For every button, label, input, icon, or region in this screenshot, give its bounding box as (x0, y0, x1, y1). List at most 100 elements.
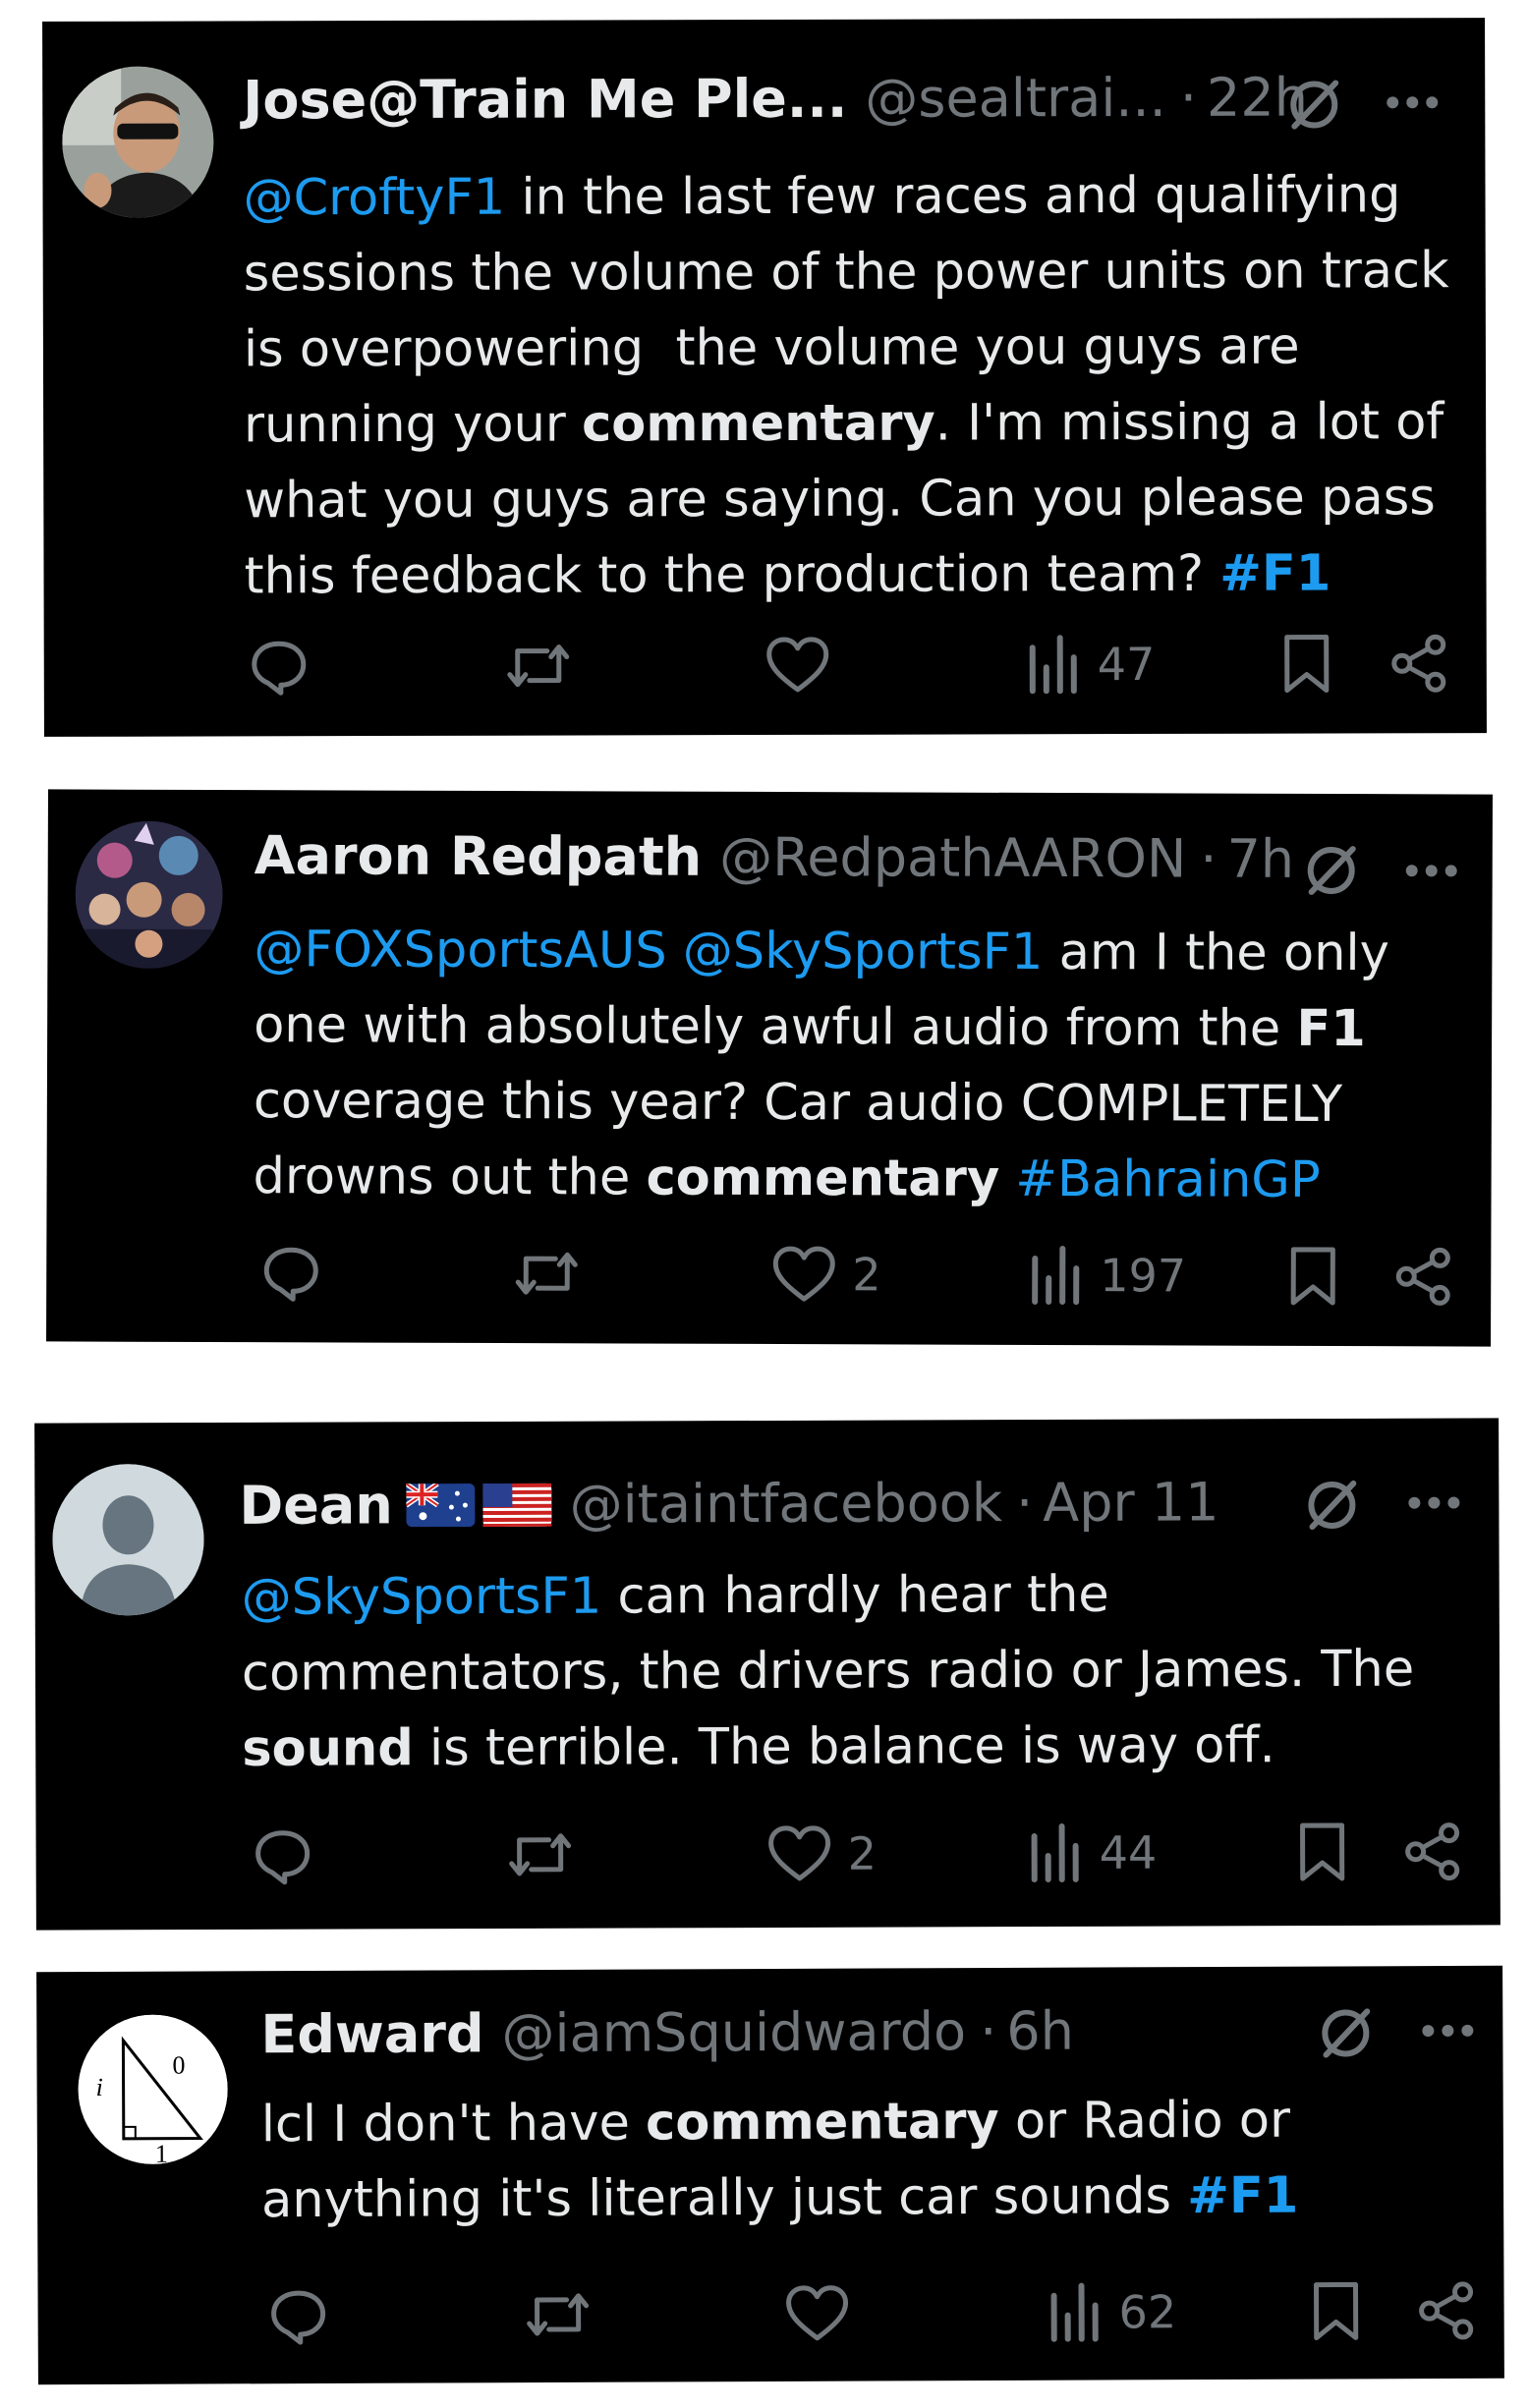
bookmark-button[interactable] (1286, 1246, 1339, 1309)
tweet-card[interactable]: Aaron Redpath @RedpathAARON · 7h @FOXSpo… (46, 789, 1493, 1347)
views-button[interactable]: 197 (1029, 1245, 1186, 1307)
highlighted-term: commentary (646, 1148, 1000, 1208)
grok-icon[interactable] (1302, 841, 1361, 900)
bookmark-button[interactable] (1309, 2280, 1362, 2343)
views-button[interactable]: 47 (1027, 634, 1156, 695)
reply-icon (271, 2290, 326, 2345)
separator-dot: · (1015, 1472, 1034, 1535)
timestamp[interactable]: 7h (1226, 828, 1294, 890)
retweet-icon (509, 1833, 572, 1876)
author-handle[interactable]: @sealtrai... (865, 67, 1166, 130)
grok-icon[interactable] (1302, 1476, 1361, 1535)
reply-button[interactable] (267, 2285, 328, 2346)
avatar[interactable] (75, 820, 223, 970)
bookmark-icon (1290, 1247, 1335, 1306)
like-icon (768, 1825, 831, 1881)
text-segment: running your (244, 395, 583, 455)
tweet-card[interactable]: Jose@Train Me Ple... @sealtrai... · 22h … (42, 18, 1487, 737)
bookmark-button[interactable] (1280, 633, 1333, 696)
reply-button[interactable] (253, 1825, 313, 1886)
share-icon (1395, 1247, 1450, 1306)
share-button[interactable] (1404, 1821, 1463, 1882)
text-segment: am I the only (1043, 923, 1389, 983)
hashtag-link[interactable]: #BahrainGP (1015, 1150, 1321, 1209)
tweet-text-line: coverage this year? Car audio COMPLETELY (254, 1063, 1472, 1143)
tweet-text-line: @CroftyF1 in the last few races and qual… (243, 157, 1471, 236)
like-button[interactable]: 2 (771, 1244, 881, 1305)
text-segment: . I'm missing a lot of (934, 393, 1444, 453)
retweet-button[interactable] (523, 2284, 592, 2345)
views-button[interactable]: 44 (1029, 1822, 1158, 1883)
retweet-icon (507, 644, 570, 688)
like-count: 2 (847, 1826, 878, 1880)
views-button[interactable]: 62 (1048, 2281, 1176, 2343)
text-segment: drowns out the (253, 1148, 647, 1207)
share-button[interactable] (1417, 2280, 1476, 2341)
author-name[interactable]: Dean (239, 1474, 393, 1537)
more-icon[interactable] (1406, 1495, 1461, 1511)
author-name[interactable]: Aaron Redpath (255, 824, 703, 888)
avatar[interactable] (62, 66, 214, 218)
hashtag-link[interactable]: #F1 (1219, 544, 1331, 602)
bookmark-button[interactable] (1296, 1821, 1349, 1884)
mention-link[interactable]: @SkySportsF1 (242, 1568, 602, 1627)
action-bar: 2 197 (46, 1241, 1491, 1315)
action-bar: 2 44 (36, 1820, 1501, 1894)
author-name[interactable]: Jose@Train Me Ple... (243, 68, 847, 132)
mention-link[interactable]: @SkySportsF1 (683, 923, 1044, 981)
separator-dot: · (979, 1999, 997, 2063)
avatar-label-left: i (96, 2073, 103, 2101)
like-button[interactable] (765, 635, 846, 696)
share-icon (1419, 2281, 1474, 2340)
more-icon[interactable] (1404, 863, 1459, 878)
retweet-button[interactable] (504, 636, 573, 697)
more-icon[interactable] (1385, 94, 1440, 110)
text-segment (667, 923, 683, 980)
text-segment: in the last few races and qualifying (505, 166, 1401, 227)
share-button[interactable] (1390, 633, 1449, 694)
text-segment: this feedback to the production team? (244, 544, 1220, 606)
like-icon (786, 2285, 849, 2341)
profile-photo-icon (62, 66, 214, 218)
timestamp[interactable]: 6h (1006, 2000, 1074, 2062)
author-name[interactable]: Edward (260, 2002, 483, 2065)
mention-link[interactable]: @FOXSportsAUS (254, 921, 666, 980)
timestamp[interactable]: Apr 11 (1043, 1471, 1219, 1534)
tweet-text-line: this feedback to the production team? #F… (244, 535, 1472, 614)
author-handle[interactable]: @RedpathAARON (719, 826, 1186, 890)
share-button[interactable] (1394, 1246, 1453, 1307)
highlighted-term: commentary (645, 2092, 999, 2153)
grok-icon[interactable] (1316, 2003, 1375, 2062)
reply-button[interactable] (260, 1242, 321, 1303)
views-icon (1029, 635, 1077, 695)
retweet-button[interactable] (512, 1243, 581, 1304)
reply-button[interactable] (249, 636, 310, 697)
grok-icon[interactable] (1284, 75, 1343, 134)
tweet-text: @FOXSportsAUS @SkySportsF1 am I the only… (253, 912, 1472, 1218)
tweet-text-line: drowns out the commentary #BahrainGP (253, 1139, 1471, 1218)
tweet-card[interactable]: 0 i 1 Edward @iamSquidwardo · 6h lcl I d… (36, 1965, 1504, 2385)
avatar[interactable]: 0 i 1 (78, 2014, 228, 2165)
like-count: 2 (852, 1248, 881, 1302)
retweet-button[interactable] (506, 1824, 575, 1885)
tweet-text-line: @SkySportsF1 can hardly hear the (242, 1555, 1480, 1635)
avatar[interactable] (52, 1464, 204, 1616)
text-segment: lcl I don't have (260, 2094, 647, 2155)
tweet-card[interactable]: Dean @itaintfacebook · Apr 11 @SkySports… (34, 1418, 1501, 1931)
avatar-label-top: 0 (172, 2051, 185, 2080)
mention-link[interactable]: @CroftyF1 (243, 169, 505, 228)
tweet-text-line: sessions the volume of the power units o… (244, 233, 1472, 311)
like-button[interactable] (784, 2283, 865, 2344)
hashtag-link[interactable]: #F1 (1187, 2167, 1298, 2225)
avatar-label-bottom: 1 (155, 2140, 168, 2164)
bookmark-icon (1313, 2281, 1359, 2341)
text-segment: what you guys are saying. Can you please… (244, 469, 1436, 531)
author-handle[interactable]: @itaintfacebook (570, 1472, 1003, 1536)
retweet-icon (515, 1252, 578, 1295)
author-handle[interactable]: @iamSquidwardo (501, 2000, 966, 2064)
tweet-text-line: anything it's literally just car sounds … (261, 2157, 1480, 2238)
like-button[interactable]: 2 (767, 1823, 877, 1884)
more-icon[interactable] (1420, 2023, 1475, 2039)
tweet-text-line: commentators, the drivers radio or James… (242, 1631, 1480, 1710)
tweet-text-line: sound is terrible. The balance is way of… (242, 1707, 1480, 1786)
